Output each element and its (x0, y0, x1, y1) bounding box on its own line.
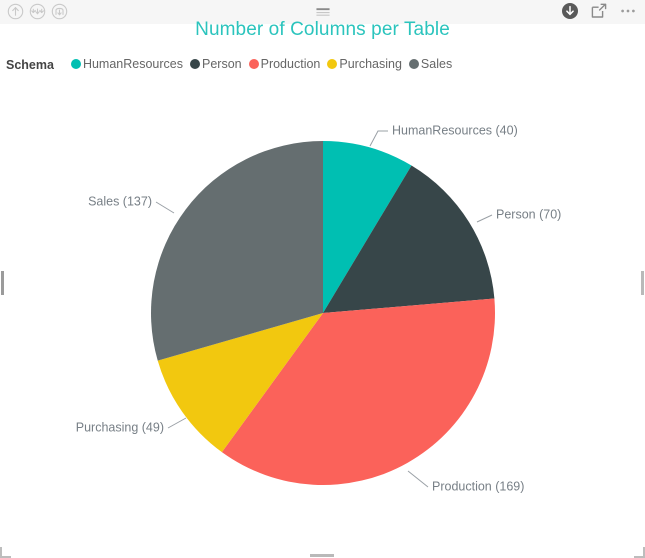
pie-chart-svg: HumanResources (40) Person (70) Production… (76, 123, 562, 493)
resize-handle-bottom[interactable] (310, 554, 334, 557)
legend-swatch-icon (190, 59, 200, 69)
legend-swatch-icon (70, 59, 81, 69)
pie-data-label-humanresources: HumanResources (40) (392, 123, 518, 137)
data-label-leader-line (476, 214, 493, 223)
visual-header-right-tools (561, 2, 637, 20)
visual-container: Number of Columns per Table Schema Human… (0, 0, 645, 558)
legend-title: Schema (6, 58, 54, 72)
more-options-icon[interactable] (619, 2, 637, 20)
resize-handle-bottom-left[interactable] (0, 547, 11, 558)
chart-title: Number of Columns per Table (195, 19, 450, 40)
data-label-leader-line (167, 417, 187, 429)
legend-item-sales[interactable]: Sales (408, 57, 453, 71)
pie-data-label-production: Production (169) (432, 479, 524, 493)
pie-chart: HumanResources (40) Person (70) Production… (0, 0, 645, 558)
legend-swatch-icon (408, 59, 419, 69)
resize-handle-left[interactable] (1, 271, 4, 295)
legend-item-label: Purchasing (339, 57, 402, 71)
legend-item-person[interactable]: Person (190, 57, 242, 71)
data-label-leader-line (155, 201, 175, 214)
legend-item-purchasing[interactable]: Purchasing (327, 57, 402, 71)
legend-item-humanresources[interactable]: HumanResources (70, 57, 183, 71)
legend-item-label: Production (260, 57, 321, 71)
data-label-leader-line (407, 470, 429, 488)
data-label-leader-line (369, 130, 388, 147)
legend-item-label: HumanResources (82, 57, 183, 71)
legend-item-label: Person (202, 57, 242, 71)
filter-down-icon[interactable] (561, 2, 579, 20)
legend-item-list: HumanResources Person Production Purchasing… (70, 56, 459, 74)
pie-data-label-purchasing: Purchasing (49) (76, 420, 164, 434)
pie-data-label-person: Person (70) (496, 207, 561, 221)
legend: Schema HumanResources Person Production Pur… (6, 56, 459, 74)
focus-mode-icon[interactable] (590, 2, 608, 20)
pie-data-label-sales: Sales (137) (88, 194, 152, 208)
legend-item-production[interactable]: Production (248, 57, 321, 71)
resize-handle-right[interactable] (641, 271, 644, 295)
legend-swatch-icon (248, 59, 259, 69)
legend-swatch-icon (327, 59, 338, 69)
legend-item-label: Sales (420, 57, 453, 71)
resize-handle-bottom-right[interactable] (634, 547, 645, 558)
